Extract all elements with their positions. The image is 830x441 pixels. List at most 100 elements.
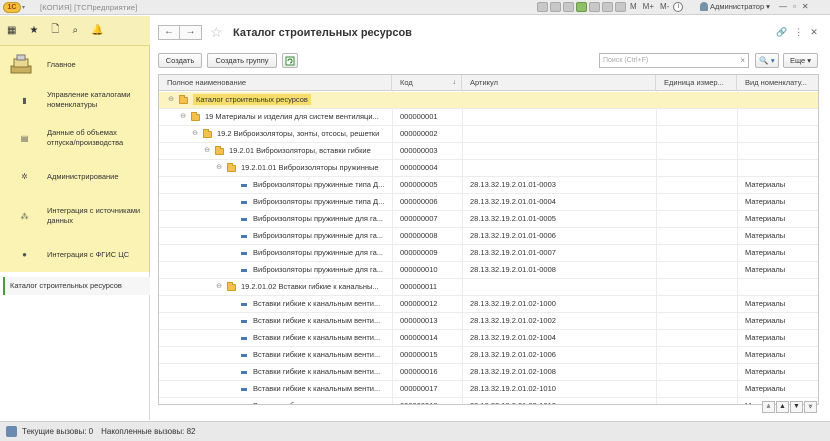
table-row[interactable]: ⊖ 19 Материалы и изделия для систем венти… (159, 109, 818, 126)
more-button[interactable]: Еще ▾ (783, 53, 818, 68)
history-icon[interactable]: 🗋 (51, 22, 59, 39)
info-icon[interactable]: i (673, 2, 684, 12)
notifications-icon[interactable]: 🔔 (91, 25, 103, 36)
cell-unit (664, 211, 737, 227)
column-header-unit[interactable]: Единица измер... (656, 75, 737, 91)
clear-search-icon[interactable]: × (740, 54, 745, 67)
cell-article: 28.13.32.19.2.01.01-0008 (470, 265, 556, 274)
more-vertical-icon[interactable]: ⋮ (794, 27, 803, 38)
scroll-down-button[interactable]: ▼ (790, 401, 803, 413)
collapse-toggle-icon[interactable]: ⊖ (215, 160, 223, 176)
create-button[interactable]: Создать (158, 53, 202, 68)
scroll-up-button[interactable]: ▲ (776, 401, 789, 413)
monitor-icon[interactable] (602, 2, 613, 12)
search-button[interactable]: 🔍 ▾ (755, 53, 779, 68)
cell-code: 000000005 (400, 180, 438, 189)
maximize-button[interactable]: ▫ (793, 2, 796, 11)
table-row[interactable]: Вставки гибкие к канальным венти... 00000… (159, 313, 818, 330)
folder-icon (203, 129, 212, 138)
minimize-button[interactable]: — (779, 2, 787, 11)
cell-kind: Материалы (745, 350, 786, 359)
item-icon (241, 320, 247, 323)
close-form-icon[interactable]: ✕ (810, 27, 818, 38)
user-menu[interactable]: Администратор ▾ (700, 2, 770, 11)
memory-plus-button[interactable]: M+ (641, 2, 656, 12)
cell-article: 28.13.32.19.2.01.01-0003 (470, 180, 556, 189)
copy-icon[interactable] (563, 2, 574, 12)
favorite-star-icon[interactable]: ☆ (210, 24, 223, 41)
cell-code: 000000017 (400, 384, 438, 393)
collapse-toggle-icon[interactable]: ⊖ (167, 92, 175, 108)
memory-button[interactable]: M (628, 2, 639, 12)
back-button[interactable]: ← (158, 25, 180, 40)
cell-name: 19.2 Виброизоляторы, зонты, отсосы, реше… (217, 129, 380, 138)
table-row[interactable]: Виброизоляторы пружинные для га... 000000… (159, 245, 818, 262)
table-row[interactable]: ⊖ Каталог строительных ресурсов (159, 92, 818, 109)
table-row[interactable]: Виброизоляторы пружинные типа Д... 000000… (159, 177, 818, 194)
link-icon[interactable] (576, 2, 587, 12)
column-header-article[interactable]: Артикул (462, 75, 656, 91)
table-row[interactable]: Вставки гибкие к канальным венти... 00000… (159, 330, 818, 347)
column-header-kind[interactable]: Вид номенклату... (737, 75, 818, 91)
print-icon[interactable] (550, 2, 561, 12)
collapse-toggle-icon[interactable]: ⊖ (203, 143, 211, 159)
collapse-toggle-icon[interactable]: ⊖ (191, 126, 199, 142)
calculator-icon[interactable] (615, 2, 626, 12)
sidebar-item-fgis[interactable]: ● Интеграция с ФГИС ЦС (0, 242, 150, 266)
sidebar-item-integration[interactable]: ⁂ Интеграция с источниками данных (0, 202, 150, 232)
table-row[interactable]: Вставки гибкие к канальным венти... 00000… (159, 296, 818, 313)
table-row[interactable]: ⊖ 19.2.01.01 Виброизоляторы пружинные 0000… (159, 160, 818, 177)
refresh-icon (285, 56, 295, 66)
app-menu-button[interactable]: 1С (3, 1, 21, 13)
column-header-code[interactable]: Код ↓ (392, 75, 462, 91)
memory-minus-button[interactable]: M- (658, 2, 671, 12)
scroll-bottom-button[interactable]: ⩔ (804, 401, 817, 413)
collapse-toggle-icon[interactable]: ⊖ (215, 279, 223, 295)
chevron-down-icon[interactable]: ▾ (22, 4, 30, 11)
cell-kind: Материалы (745, 248, 786, 257)
cell-kind (745, 279, 818, 295)
window-controls: — ▫ ✕ (779, 2, 809, 11)
sidebar-item-volumes[interactable]: ▤ Данные об объемах отпуска/производства (0, 124, 150, 154)
forward-button[interactable]: → (180, 25, 202, 40)
gear-icon: ✲ (21, 172, 28, 181)
search-input[interactable]: Поиск (Ctrl+F) × (599, 53, 749, 68)
sidebar-item-home[interactable]: Главное (0, 50, 150, 80)
table-row[interactable]: Вставки гибкие к канальным венти... 00000… (159, 347, 818, 364)
table-row[interactable]: ⊖ 19.2.01 Виброизоляторы, вставки гибкие 0… (159, 143, 818, 160)
apps-grid-icon[interactable]: ▦ (7, 25, 16, 36)
search-icon[interactable]: ⌕ (72, 25, 78, 36)
table-row[interactable]: Виброизоляторы пружинные типа Д... 000000… (159, 194, 818, 211)
create-group-button[interactable]: Создать группу (207, 53, 277, 68)
cell-kind: Материалы (745, 367, 786, 376)
cell-kind (745, 143, 818, 159)
sidebar-item-admin[interactable]: ✲ Администрирование (0, 164, 150, 188)
favorites-icon[interactable]: ★ (29, 25, 38, 36)
close-button[interactable]: ✕ (802, 2, 809, 11)
performance-icon[interactable] (6, 426, 17, 437)
save-icon[interactable] (537, 2, 548, 12)
item-icon (241, 303, 247, 306)
table-row[interactable]: Вставки гибкие к канальным венти... 00000… (159, 364, 818, 381)
sidebar-item-catalogs[interactable]: ▮ Управление каталогами номенклатуры (0, 86, 150, 116)
cell-article (470, 143, 656, 159)
open-window-tab[interactable]: Каталог строительных ресурсов (3, 277, 150, 295)
cell-code: 000000016 (400, 367, 438, 376)
item-icon (241, 201, 247, 204)
cell-article: 28.13.32.19.2.01.02-1002 (470, 316, 556, 325)
table-row[interactable]: Виброизоляторы пружинные для га... 000000… (159, 262, 818, 279)
document-icon: ▤ (20, 134, 29, 143)
table-row[interactable]: Вставки гибкие к канальным венти... 00000… (159, 398, 818, 404)
column-header-name[interactable]: Полное наименование (159, 75, 392, 91)
scroll-top-button[interactable]: ⩓ (762, 401, 775, 413)
link-icon[interactable]: 🔗 (776, 27, 787, 38)
collapse-toggle-icon[interactable]: ⊖ (179, 109, 187, 125)
table-row[interactable]: Виброизоляторы пружинные для га... 000000… (159, 228, 818, 245)
table-row[interactable]: Вставки гибкие к канальным венти... 00000… (159, 381, 818, 398)
table-row[interactable]: ⊖ 19.2 Виброизоляторы, зонты, отсосы, реш… (159, 126, 818, 143)
table-row[interactable]: Виброизоляторы пружинные для га... 000000… (159, 211, 818, 228)
column-header-code-label: Код (400, 78, 413, 87)
calendar-icon[interactable] (589, 2, 600, 12)
table-row[interactable]: ⊖ 19.2.01.02 Вставки гибкие к канальны...… (159, 279, 818, 296)
refresh-button[interactable] (282, 53, 298, 68)
